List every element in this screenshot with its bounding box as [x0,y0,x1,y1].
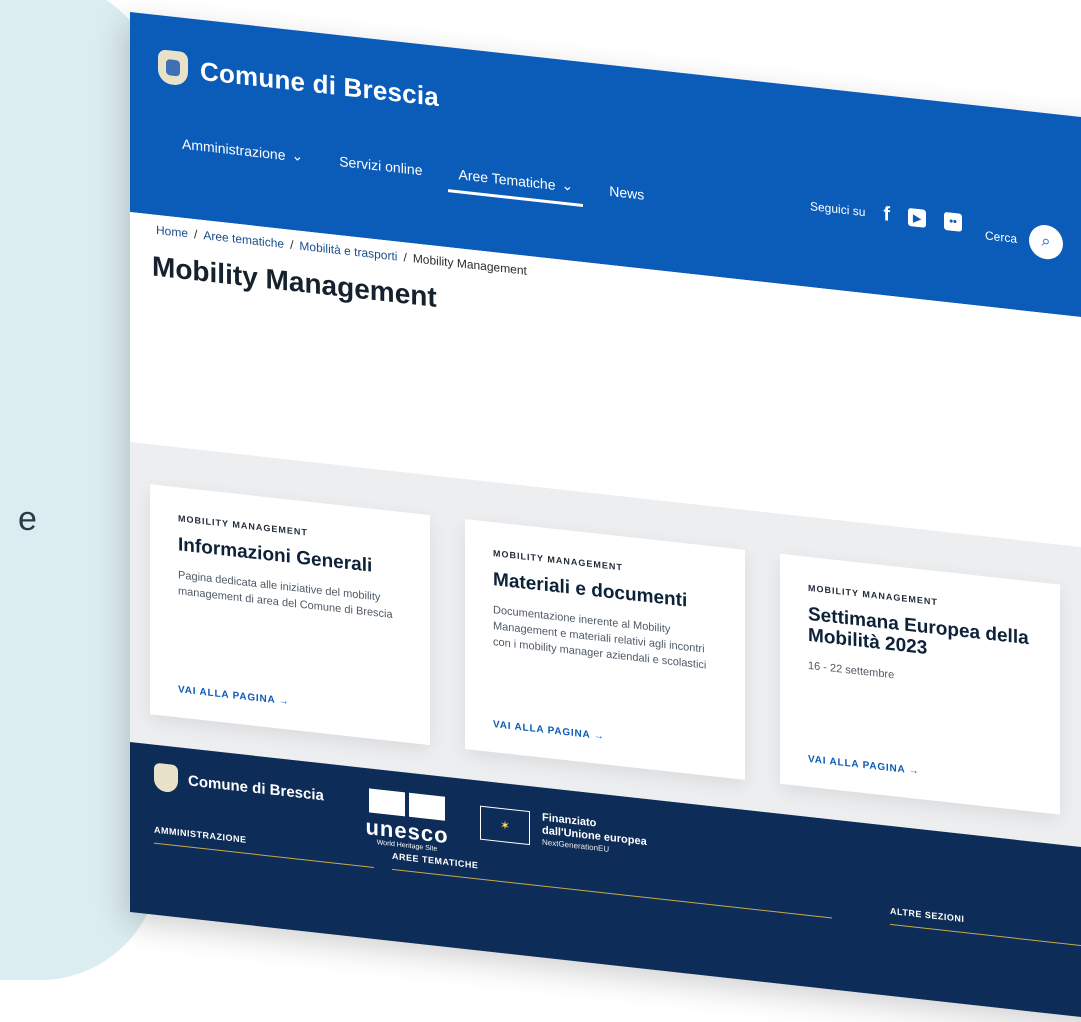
eu-flag-icon: ✶ [480,805,530,846]
nav-item-amministrazione[interactable]: Amministrazione ⌄ [182,136,303,176]
footer-logo[interactable]: Comune di Brescia [154,762,324,810]
nav-label: News [609,182,645,203]
nav-label: Amministrazione [182,135,286,164]
site-logo[interactable]: Comune di Brescia [158,49,439,114]
breadcrumb-current: Mobility Management [412,251,527,278]
website-screenshot: Comune di Brescia Amministrazione ⌄ Servi… [130,12,1081,1022]
card-informazioni-generali[interactable]: MOBILITY MANAGEMENT Informazioni General… [150,484,430,746]
nav-item-servizi-online[interactable]: Servizi online [339,153,422,189]
card-link-label: VAI ALLA PAGINA [808,753,906,776]
arrow-right-icon: → [593,730,605,743]
footer-brand: Comune di Brescia [188,771,324,804]
social-links: Seguici su f ▶ •• [810,197,963,232]
card-link[interactable]: VAI ALLA PAGINA → [178,684,290,707]
breadcrumb-mobilita[interactable]: Mobilità e trasporti [299,239,397,264]
social-label: Seguici su [810,199,866,220]
crest-icon [154,762,178,794]
search-icon: ⌕ [1041,232,1051,251]
search-label: Cerca [985,228,1018,246]
youtube-icon[interactable]: ▶ [908,207,927,228]
search-area: Cerca ⌕ [985,218,1064,262]
unesco-logo[interactable]: unesco World Heritage Site [362,788,452,855]
facebook-icon[interactable]: f [883,203,890,226]
breadcrumb-separator: / [290,237,294,253]
card-link[interactable]: VAI ALLA PAGINA → [493,719,605,742]
chevron-down-icon: ⌄ [291,146,304,165]
background-letter: e [18,500,37,538]
site-brand: Comune di Brescia [200,55,439,112]
nav-label: Servizi online [339,153,423,179]
breadcrumb-aree-tematiche[interactable]: Aree tematiche [203,228,284,251]
breadcrumb-separator: / [194,227,198,242]
breadcrumb-home[interactable]: Home [156,223,188,241]
card-link[interactable]: VAI ALLA PAGINA → [808,754,920,777]
eu-text: Finanziato dall'Unione europea NextGener… [542,811,647,859]
eu-funding-logo: ✶ Finanziato dall'Unione europea NextGen… [480,805,647,859]
card-description: Documentazione inerente al Mobility Mana… [493,603,707,672]
chevron-down-icon: ⌄ [561,176,574,194]
footer-section-amministrazione[interactable]: AMMINISTRAZIONE [154,824,374,868]
crest-icon [158,49,188,87]
footer-section-aree-tematiche[interactable]: AREE TEMATICHE [392,850,832,919]
nav-label: Aree Tematiche [458,166,556,193]
unesco-temple-icon [369,788,405,817]
world-heritage-icon [409,792,445,821]
card-link-label: VAI ALLA PAGINA [178,684,276,707]
arrow-right-icon: → [908,764,920,778]
nav-item-news[interactable]: News [609,183,644,214]
card-settimana-europea[interactable]: MOBILITY MANAGEMENT Settimana Europea de… [780,553,1060,815]
main-nav: Amministrazione ⌄ Servizi online Aree Tem… [182,136,644,214]
breadcrumb-separator: / [403,250,407,265]
footer-section-altre-sezioni[interactable]: ALTRE SEZIONI [890,905,1081,950]
arrow-right-icon: → [278,695,290,708]
nav-item-aree-tematiche[interactable]: Aree Tematiche ⌄ [458,166,573,206]
card-materiali-documenti[interactable]: MOBILITY MANAGEMENT Materiali e document… [465,518,745,780]
flickr-icon[interactable]: •• [944,211,963,232]
search-button[interactable]: ⌕ [1029,223,1064,262]
card-link-label: VAI ALLA PAGINA [493,719,591,741]
